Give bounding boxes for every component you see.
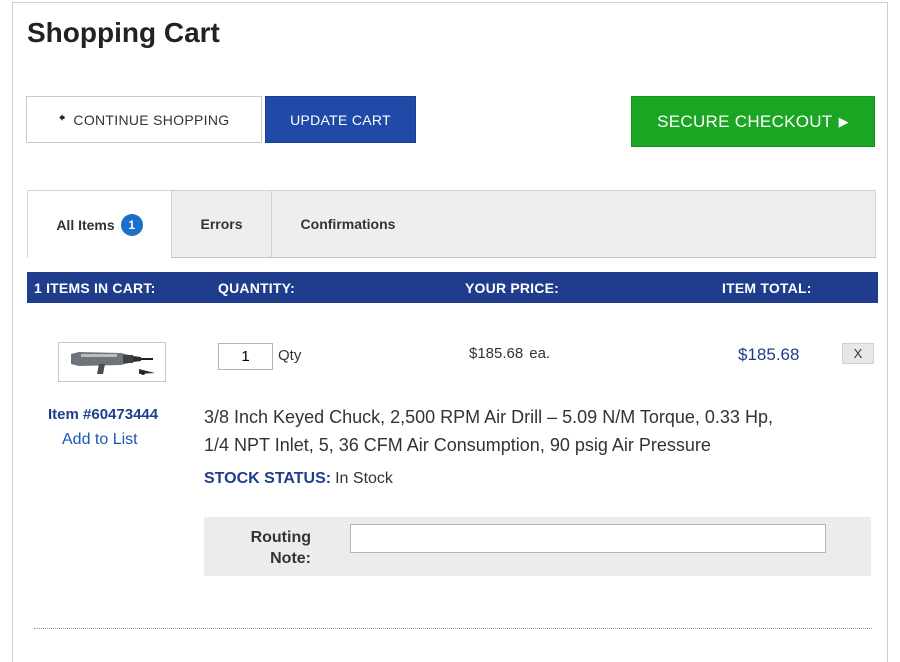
secure-checkout-label: SECURE CHECKOUT	[657, 111, 833, 131]
stock-status-value: In Stock	[335, 470, 393, 487]
tab-confirmations[interactable]: Confirmations	[272, 190, 424, 258]
triangle-right-icon: ▶	[838, 113, 849, 129]
routing-note-label-line: Routing	[250, 529, 311, 546]
tab-errors-label: Errors	[200, 216, 243, 232]
routing-note-input[interactable]	[350, 524, 826, 553]
cart-tabs: All Items 1 Errors Confirmations	[27, 190, 876, 258]
tab-errors[interactable]: Errors	[172, 190, 272, 258]
air-drill-image	[71, 352, 155, 375]
add-to-list-link[interactable]: Add to List	[62, 431, 138, 449]
item-count-badge: 1	[120, 213, 143, 236]
routing-note-label-line: Note:	[270, 550, 311, 567]
remove-item-button[interactable]: X	[842, 343, 874, 364]
update-cart-label: UPDATE CART	[290, 111, 391, 128]
stock-status: STOCK STATUS: In Stock	[204, 470, 393, 488]
product-thumbnail[interactable]	[58, 342, 166, 382]
qty-label: Qty	[278, 347, 302, 364]
update-cart-button[interactable]: UPDATE CART	[265, 96, 416, 143]
quantity-input[interactable]	[218, 343, 273, 370]
product-description: 3/8 Inch Keyed Chuck, 2,500 RPM Air Dril…	[204, 403, 854, 459]
arrow-left-icon: 🠸	[58, 109, 66, 125]
cart-table-header: 1 ITEMS IN CART: QUANTITY: YOUR PRICE: I…	[27, 272, 878, 303]
header-items-count: 1 ITEMS IN CART:	[34, 280, 156, 296]
header-your-price: YOUR PRICE:	[465, 280, 559, 296]
routing-note-section: Routing Note:	[204, 517, 871, 576]
unit-price-suffix: ea.	[529, 345, 551, 362]
item-total: $185.68	[738, 345, 800, 364]
item-divider	[34, 628, 872, 629]
remove-item-label: X	[853, 346, 863, 361]
unit-price: $185.68 ea.	[469, 345, 550, 362]
product-description-line: 1/4 NPT Inlet, 5, 36 CFM Air Consumption…	[204, 435, 711, 455]
continue-shopping-label: CONTINUE SHOPPING	[73, 111, 230, 128]
tab-confirmations-label: Confirmations	[300, 216, 396, 232]
page-title: Shopping Cart	[27, 17, 220, 48]
stock-status-label: STOCK STATUS:	[204, 470, 332, 487]
tab-all-items-label: All Items	[56, 216, 115, 233]
header-item-total: ITEM TOTAL:	[722, 280, 812, 296]
unit-price-value: $185.68	[469, 345, 524, 362]
secure-checkout-button[interactable]: SECURE CHECKOUT ▶	[631, 96, 875, 147]
continue-shopping-button[interactable]: 🠸 CONTINUE SHOPPING	[26, 96, 262, 143]
product-description-line: 3/8 Inch Keyed Chuck, 2,500 RPM Air Dril…	[204, 407, 773, 427]
routing-note-label: Routing Note:	[236, 527, 311, 569]
item-number: Item #60473444	[48, 406, 159, 423]
header-quantity: QUANTITY:	[218, 280, 295, 296]
tabs-divider	[172, 257, 876, 258]
tab-all-items[interactable]: All Items 1	[27, 190, 172, 258]
